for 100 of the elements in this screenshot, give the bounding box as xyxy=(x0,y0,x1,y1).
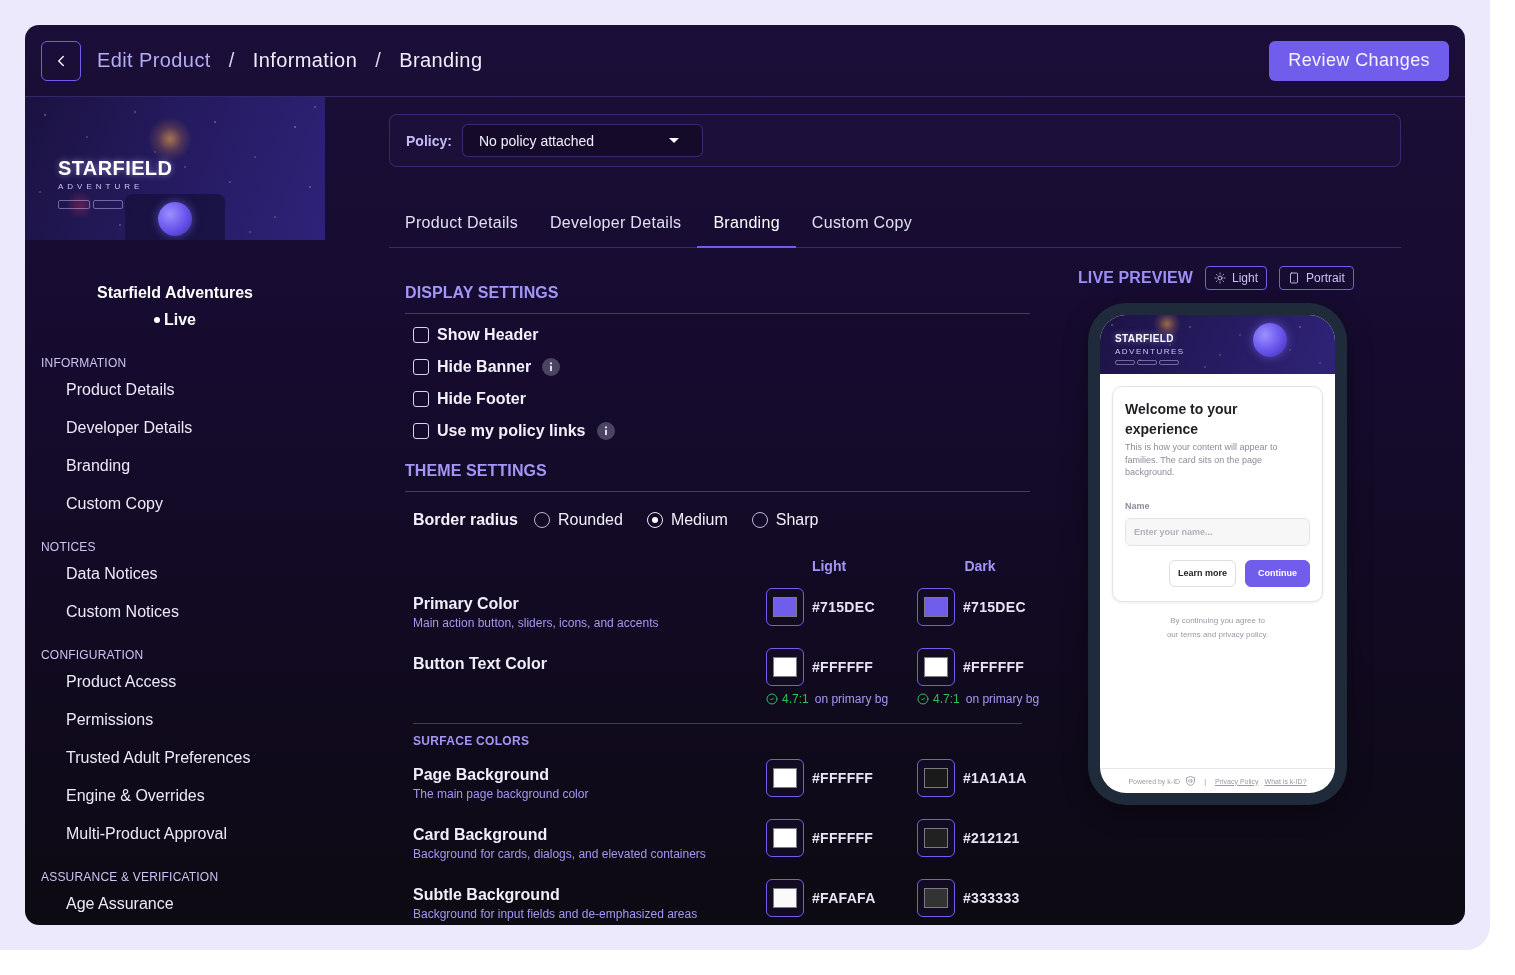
preview-title: LIVE PREVIEW xyxy=(1078,269,1193,287)
sidebar-item[interactable]: Branding xyxy=(41,447,309,485)
radio-label: Sharp xyxy=(775,511,819,529)
sidebar-item[interactable]: Permissions xyxy=(41,701,309,739)
status-label: Live xyxy=(164,310,196,330)
color-picker-button[interactable] xyxy=(766,879,804,917)
checkbox-label: Hide Banner xyxy=(437,358,532,376)
contrast-ratio: 4.7:1 xyxy=(782,691,809,707)
planet-icon xyxy=(1253,323,1287,357)
hex-value: #333333 xyxy=(963,890,1020,906)
banner-title: STARFIELD xyxy=(1115,333,1174,344)
color-picker-button[interactable] xyxy=(917,879,955,917)
banner-pill-icon xyxy=(1159,359,1179,365)
color-picker-button[interactable] xyxy=(766,588,804,626)
sidebar-item[interactable]: Product Details xyxy=(41,371,309,409)
hex-value: #212121 xyxy=(963,830,1020,846)
color-picker-button[interactable] xyxy=(917,648,955,686)
color-name: Card Background xyxy=(413,825,548,845)
sun-icon xyxy=(1214,272,1226,284)
name-input[interactable]: Enter your name... xyxy=(1125,517,1310,546)
sidebar-item[interactable]: Trusted Adult Preferences xyxy=(41,739,309,777)
column-header: Dark xyxy=(963,557,997,576)
hex-value: #FFFFFF xyxy=(963,659,1025,675)
breadcrumb-link[interactable]: Edit Product xyxy=(97,49,211,72)
sidebar-item[interactable]: Custom Copy xyxy=(41,485,309,523)
checkbox[interactable] xyxy=(413,391,429,407)
color-name: Button Text Color xyxy=(413,654,547,674)
contrast-ratio: 4.7:1 xyxy=(933,691,960,707)
subsection-heading: SURFACE COLORS xyxy=(412,733,531,749)
mode-button[interactable]: Portrait xyxy=(1279,266,1354,290)
sidebar-item[interactable]: Developer Details xyxy=(41,409,309,447)
breadcrumb-separator: / xyxy=(375,49,382,72)
back-button[interactable] xyxy=(41,40,81,81)
tab[interactable]: Custom Copy xyxy=(795,200,929,248)
color-description: Main action button, sliders, icons, and accents xyxy=(413,615,659,631)
checkbox-label: Hide Footer xyxy=(437,390,526,408)
mode-button[interactable]: Light xyxy=(1205,266,1268,290)
banner-subtitle: ADVENTURE xyxy=(58,182,144,192)
hex-value: #715DEC xyxy=(812,599,875,615)
hex-value: #FFFFFF xyxy=(812,770,874,786)
section-label: ASSURANCE & VERIFICATION xyxy=(41,869,220,885)
color-name: Primary Color xyxy=(413,594,519,614)
learn-more-button[interactable]: Learn more xyxy=(1168,559,1236,587)
tab[interactable]: Branding xyxy=(697,200,796,248)
sidebar-item[interactable]: Engine & Overrides xyxy=(41,777,309,815)
info-icon[interactable] xyxy=(542,358,561,376)
policy-dropdown[interactable]: No policy attached xyxy=(461,124,703,157)
review-changes-button[interactable]: Review Changes xyxy=(1269,40,1449,81)
hex-value: #715DEC xyxy=(963,599,1026,615)
tab[interactable]: Developer Details xyxy=(534,200,698,248)
sidebar-item[interactable]: Multi-Product Approval xyxy=(41,815,309,853)
color-picker-button[interactable] xyxy=(766,819,804,857)
field-label: Name xyxy=(1125,499,1151,512)
product-name: Starfield Adventures xyxy=(97,283,253,303)
sidebar-item[interactable]: Data Notices xyxy=(41,555,309,593)
sidebar-item[interactable]: Product Access xyxy=(41,663,309,701)
section-heading: DISPLAY SETTINGS xyxy=(405,283,1030,314)
section-label: INFORMATION xyxy=(41,355,128,371)
checkbox[interactable] xyxy=(413,327,429,343)
status-dot-icon xyxy=(154,317,160,323)
color-name: Subtle Background xyxy=(413,885,560,905)
sidebar-item[interactable]: Custom Notices xyxy=(41,593,309,631)
planet-icon xyxy=(158,202,192,236)
section-label: NOTICES xyxy=(41,539,97,555)
color-picker-button[interactable] xyxy=(917,588,955,626)
caret-down-icon xyxy=(668,138,679,143)
color-picker-button[interactable] xyxy=(766,759,804,797)
checkbox-label: Show Header xyxy=(437,326,539,344)
info-icon[interactable] xyxy=(596,422,615,440)
banner-title: STARFIELD xyxy=(58,157,173,179)
field-label: Border radius xyxy=(413,511,518,529)
breadcrumb-link[interactable]: Information xyxy=(252,49,358,72)
color-picker-button[interactable] xyxy=(917,759,955,797)
color-description: The main page background color xyxy=(413,786,589,802)
radio-label: Rounded xyxy=(557,511,623,529)
banner-pill-icon xyxy=(93,199,123,209)
breadcrumb-link[interactable]: Branding xyxy=(399,49,483,72)
section-heading: THEME SETTINGS xyxy=(405,461,1030,492)
banner-pill-icon xyxy=(58,199,90,209)
card-text: This is how your content will appear to families. The card sits on the page background. xyxy=(1125,441,1279,479)
breadcrumb-separator: / xyxy=(228,49,235,72)
sidebar-item[interactable]: Age Assurance xyxy=(41,885,309,923)
continue-button[interactable]: Continue xyxy=(1245,559,1310,587)
banner-pill-icon xyxy=(1137,359,1157,365)
phone-icon xyxy=(1288,272,1301,284)
contrast-note: on primary bg xyxy=(965,691,1040,707)
banner-subtitle: ADVENTURES xyxy=(1115,347,1185,357)
tab[interactable]: Product Details xyxy=(389,200,534,248)
card-title: Welcome to your experience xyxy=(1125,400,1239,439)
color-description: Background for cards, dialogs, and elevated containers xyxy=(413,846,706,862)
radio-label: Medium xyxy=(670,511,728,529)
hex-value: #FAFAFA xyxy=(812,890,876,906)
color-picker-button[interactable] xyxy=(766,648,804,686)
color-picker-button[interactable] xyxy=(917,819,955,857)
shield-logo-icon xyxy=(1186,776,1196,786)
checkbox[interactable] xyxy=(413,359,429,375)
hex-value: #FFFFFF xyxy=(812,659,874,675)
checkbox[interactable] xyxy=(413,423,429,439)
section-label: CONFIGURATION xyxy=(41,647,145,663)
hex-value: #FFFFFF xyxy=(812,830,874,846)
